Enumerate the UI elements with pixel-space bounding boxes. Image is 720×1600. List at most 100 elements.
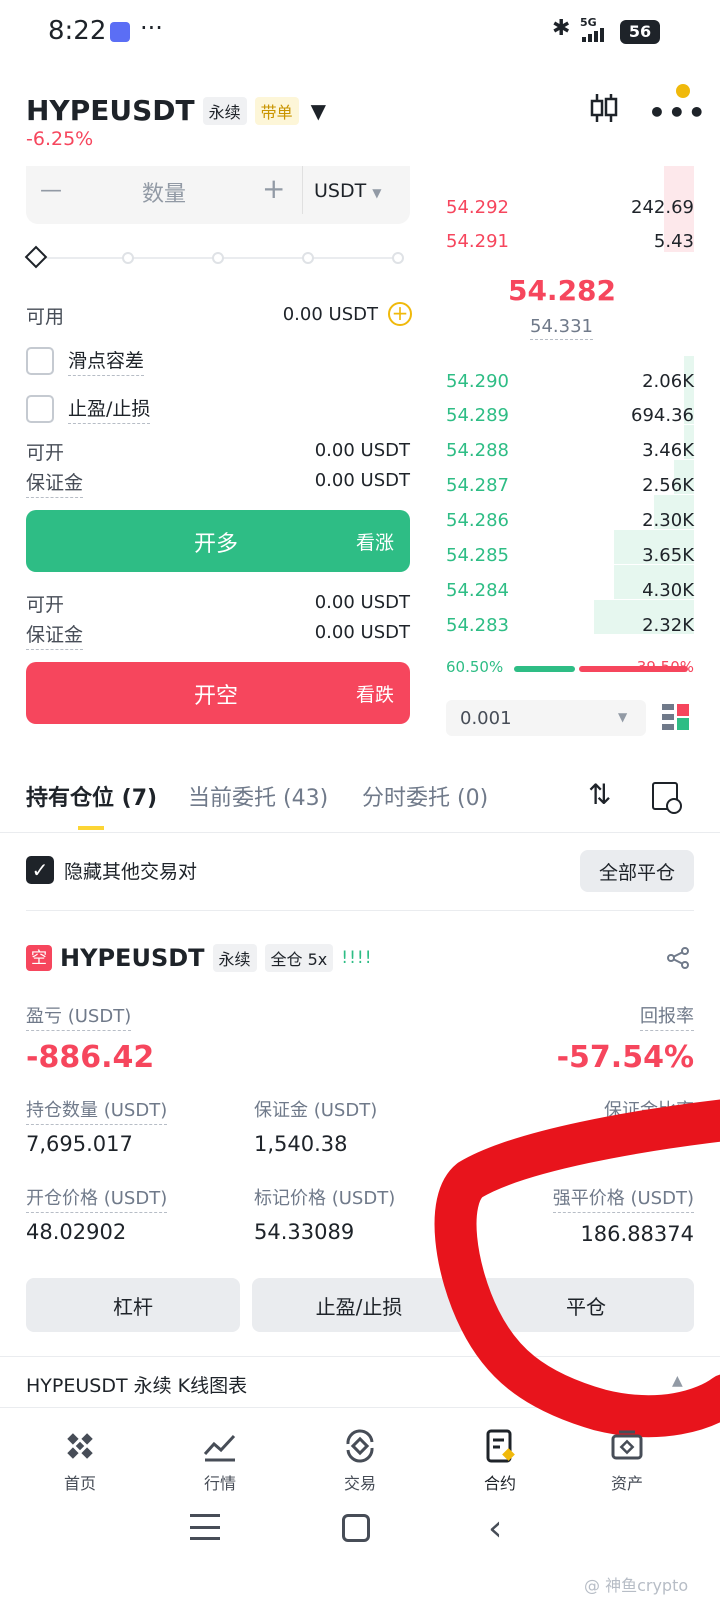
hide-other-checkbox[interactable]: ✓	[26, 856, 54, 884]
entry-price-value: 48.02902	[26, 1220, 127, 1244]
long-can-open-label: 可开	[26, 442, 65, 464]
leverage-button[interactable]: 杠杆	[26, 1278, 240, 1332]
candlestick-chart-icon[interactable]	[590, 92, 618, 124]
pair-symbol: HYPEUSDT	[26, 94, 195, 127]
slider-handle[interactable]	[24, 245, 48, 269]
add-funds-icon[interactable]: +	[388, 302, 412, 326]
tab-twap-orders[interactable]: 分时委托 (0)	[362, 780, 488, 812]
slippage-option[interactable]: 滑点容差	[26, 346, 145, 376]
notification-dot	[676, 84, 690, 98]
roe-label: 回报率	[640, 1002, 694, 1031]
margin-ratio-label: 保证金比率	[604, 1096, 694, 1125]
bid-price: 54.289	[446, 404, 509, 426]
tab-positions[interactable]: 持有仓位 (7)	[26, 780, 157, 812]
open-short-label: 开空	[194, 684, 239, 709]
tpsl-checkbox[interactable]	[26, 395, 54, 423]
bid-qty: 2.30K	[642, 509, 694, 531]
hide-other-pairs[interactable]: ✓ 隐藏其他交易对	[26, 856, 197, 884]
available-label: 可用	[26, 306, 65, 328]
slider-tick	[302, 252, 314, 264]
sort-icon[interactable]: ⇅	[588, 778, 611, 811]
minus-button[interactable]: —	[40, 178, 62, 203]
ask-row[interactable]: 54.291 5.43	[446, 226, 694, 256]
kline-chart-bar[interactable]: HYPEUSDT 永续 K线图表 ▲	[0, 1356, 720, 1408]
system-menu-button[interactable]	[190, 1514, 220, 1540]
watermark: @ 神鱼crypto	[584, 1576, 689, 1595]
history-icon[interactable]	[652, 782, 682, 814]
close-all-button[interactable]: 全部平仓	[580, 850, 694, 892]
bid-qty: 2.06K	[642, 370, 694, 392]
home-icon	[62, 1428, 98, 1464]
ask-row[interactable]: 54.292 242.69	[446, 192, 694, 222]
bid-qty: 4.30K	[642, 579, 694, 601]
adl-indicator: !!!!	[341, 948, 373, 968]
ask-qty: 242.69	[631, 196, 694, 218]
nav-assets[interactable]: 资产	[582, 1428, 672, 1494]
tpsl-button[interactable]: 止盈/止损	[252, 1278, 466, 1332]
size-label: 持仓数量 (USDT)	[26, 1096, 168, 1125]
leverage-slider[interactable]	[24, 245, 410, 269]
nav-home-label: 首页	[63, 1474, 96, 1493]
tpsl-option[interactable]: 止盈/止损	[26, 394, 151, 424]
open-long-button[interactable]: 开多 看涨	[26, 510, 410, 572]
bid-price: 54.286	[446, 509, 509, 531]
system-back-button[interactable]: ‹	[488, 1508, 502, 1549]
bid-row[interactable]: 54.283 2.32K	[446, 610, 694, 640]
position-tabs: 持有仓位 (7) 当前委托 (43) 分时委托 (0) ⇅	[26, 778, 694, 830]
pair-header[interactable]: HYPEUSDT 永续 带单 ▼	[26, 94, 326, 127]
bid-row[interactable]: 54.285 3.65K	[446, 540, 694, 570]
unit-select[interactable]: USDT ▼	[314, 180, 382, 202]
share-icon[interactable]	[666, 946, 690, 970]
system-home-button[interactable]	[342, 1514, 370, 1542]
chevron-up-icon[interactable]: ▲	[672, 1373, 683, 1389]
divider	[302, 166, 303, 214]
bid-row[interactable]: 54.288 3.46K	[446, 435, 694, 465]
slippage-checkbox[interactable]	[26, 347, 54, 375]
bid-row[interactable]: 54.289 694.36	[446, 400, 694, 430]
orderbook-layout-icon[interactable]	[662, 704, 690, 732]
ask-price: 54.292	[446, 196, 509, 218]
size-value: 7,695.017	[26, 1132, 133, 1156]
ask-qty: 5.43	[653, 230, 694, 252]
position-symbol: HYPEUSDT	[60, 944, 205, 972]
bid-price: 54.285	[446, 544, 509, 566]
bluetooth-icon: ✱	[552, 16, 571, 41]
bid-row[interactable]: 54.286 2.30K	[446, 505, 694, 535]
quantity-input[interactable]: — 数量 + USDT ▼	[26, 166, 410, 224]
wallet-icon	[609, 1428, 645, 1464]
mark-price: 54.331	[530, 316, 593, 340]
buy-sell-ratio: 60.50% 39.50%	[446, 656, 694, 680]
nav-markets[interactable]: 行情	[175, 1428, 265, 1494]
tab-open-orders[interactable]: 当前委托 (43)	[188, 780, 328, 812]
open-short-button[interactable]: 开空 看跌	[26, 662, 410, 724]
open-long-sub: 看涨	[356, 532, 395, 554]
nav-home[interactable]: 首页	[35, 1428, 125, 1494]
mark-price-label: 标记价格 (USDT)	[254, 1188, 396, 1209]
chevron-down-icon[interactable]: ▼	[311, 99, 326, 123]
bid-row[interactable]: 54.284 4.30K	[446, 575, 694, 605]
nav-assets-label: 资产	[610, 1474, 643, 1493]
close-position-button[interactable]: 平仓	[478, 1278, 694, 1332]
nav-markets-label: 行情	[203, 1474, 236, 1493]
bid-row[interactable]: 54.287 2.56K	[446, 470, 694, 500]
margin-label: 保证金 (USDT)	[254, 1100, 378, 1121]
battery-icon: 56	[620, 20, 660, 44]
markets-icon	[202, 1428, 238, 1464]
last-price: 54.282	[507, 274, 617, 307]
plus-button[interactable]: +	[262, 172, 285, 205]
short-can-open-label: 可开	[26, 594, 65, 616]
chevron-down-icon: ▼	[372, 186, 382, 200]
position-mode-tag: 全仓 5x	[264, 944, 334, 972]
bid-row[interactable]: 54.290 2.06K	[446, 366, 694, 396]
short-side-tag: 空	[26, 945, 52, 971]
available-value: 0.00 USDT	[282, 304, 378, 325]
long-can-open-value: 0.00 USDT	[314, 440, 410, 461]
nav-futures[interactable]: 合约	[455, 1428, 545, 1494]
short-margin-label: 保证金	[26, 620, 84, 650]
nav-trade[interactable]: 交易	[315, 1428, 405, 1494]
bid-price: 54.287	[446, 474, 509, 496]
precision-select[interactable]: 0.001 ▼	[446, 700, 646, 736]
nav-trade-label: 交易	[343, 1474, 376, 1493]
more-menu-icon[interactable]: •••	[648, 96, 708, 129]
quantity-placeholder: 数量	[142, 182, 187, 207]
